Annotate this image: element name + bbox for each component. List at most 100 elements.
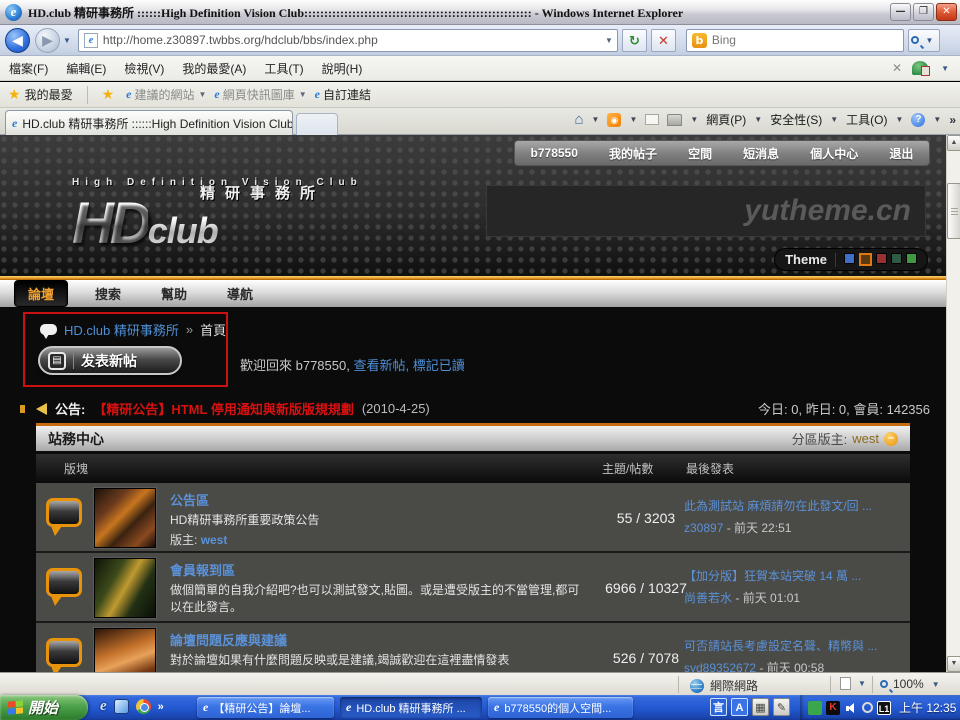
favorites-label[interactable]: 我的最愛 bbox=[25, 86, 73, 103]
forum-thumbnail[interactable] bbox=[94, 558, 156, 618]
forum-title-link[interactable]: 論壇問題反應與建議 bbox=[170, 630, 580, 649]
ime-keyboard-icon[interactable]: ▦ bbox=[752, 698, 769, 716]
search-dropdown-icon[interactable]: ▼ bbox=[925, 36, 933, 45]
menu-view[interactable]: 檢視(V) bbox=[115, 60, 173, 77]
quicklaunch-ie-icon[interactable]: e bbox=[100, 698, 107, 715]
theme-swatch-orange-selected[interactable] bbox=[859, 253, 872, 266]
tray-green-app-icon[interactable] bbox=[808, 701, 822, 715]
zoom-level[interactable]: 100% bbox=[893, 677, 924, 691]
task-button-announcement[interactable]: e 【精研公告】論壇... bbox=[197, 697, 334, 718]
ime-pen-icon[interactable]: ✎ bbox=[773, 698, 790, 716]
scrollbar-thumb[interactable] bbox=[947, 183, 960, 239]
last-post-title-link[interactable]: 可否請站長考慮設定名聲、精幣與 ... bbox=[684, 637, 902, 654]
breadcrumb-site-link[interactable]: HD.club 精研事務所 bbox=[64, 320, 179, 339]
mail-icon[interactable] bbox=[645, 114, 659, 125]
forum-thumbnail[interactable] bbox=[94, 488, 156, 548]
protected-mode-icon[interactable] bbox=[840, 677, 851, 690]
web-slice-dropdown-icon[interactable]: ▼ bbox=[299, 90, 307, 99]
favorites-star-icon[interactable]: ★ bbox=[8, 86, 21, 103]
add-favorite-icon[interactable]: ★ bbox=[102, 86, 115, 103]
restore-button[interactable]: ❐ bbox=[913, 3, 934, 21]
tray-monitor-icon[interactable]: L1 bbox=[877, 701, 891, 715]
usernav-logout[interactable]: 退出 bbox=[889, 145, 913, 162]
ime-mode-icon[interactable]: A bbox=[731, 698, 748, 716]
command-page[interactable]: 網頁(P) bbox=[706, 111, 746, 128]
quicklaunch-browser-icon[interactable] bbox=[136, 699, 151, 714]
tray-antivirus-icon[interactable]: K bbox=[826, 701, 840, 715]
start-button[interactable]: 開始 bbox=[0, 695, 88, 720]
menu-file[interactable]: 檔案(F) bbox=[0, 60, 57, 77]
home-dropdown-icon[interactable]: ▼ bbox=[592, 115, 600, 124]
theme-swatch-red[interactable] bbox=[876, 253, 887, 264]
tray-volume-icon[interactable] bbox=[844, 701, 858, 715]
moderator-link[interactable]: west bbox=[201, 533, 228, 547]
ime-language-icon[interactable]: 言 bbox=[710, 698, 727, 716]
menu-tools[interactable]: 工具(T) bbox=[255, 60, 312, 77]
address-bar[interactable]: e ▼ bbox=[78, 29, 618, 52]
theme-swatch-teal[interactable] bbox=[891, 253, 902, 264]
command-safety[interactable]: 安全性(S) bbox=[770, 111, 822, 128]
tools-dropdown-icon[interactable]: ▼ bbox=[895, 115, 903, 124]
snapshot-tool-icon[interactable] bbox=[912, 61, 928, 75]
new-post-button[interactable]: ▤ 发表新帖 bbox=[38, 346, 182, 375]
menu-edit[interactable]: 編輯(E) bbox=[57, 60, 115, 77]
active-tab[interactable]: e HD.club 精研事務所 ::::::High Definition Vi… bbox=[5, 110, 293, 135]
search-box[interactable]: b bbox=[686, 29, 904, 52]
help-dropdown-icon[interactable]: ▼ bbox=[933, 115, 941, 124]
category-moderator-link[interactable]: west bbox=[852, 431, 879, 446]
stop-button[interactable]: ✕ bbox=[651, 29, 676, 52]
scroll-up-icon[interactable]: ▲ bbox=[947, 135, 960, 151]
close-button[interactable]: ✕ bbox=[936, 3, 957, 21]
theme-swatch-blue[interactable] bbox=[844, 253, 855, 264]
tray-status-icon[interactable] bbox=[862, 702, 873, 713]
web-slice-link[interactable]: 網頁快訊圖庫 bbox=[223, 86, 295, 103]
usernav-space[interactable]: 空間 bbox=[688, 145, 712, 162]
usernav-user-center[interactable]: 個人中心 bbox=[810, 145, 858, 162]
menu-help[interactable]: 說明(H) bbox=[313, 60, 372, 77]
nav-tab-guide[interactable]: 導航 bbox=[214, 281, 266, 306]
quicklaunch-overflow-icon[interactable]: » bbox=[158, 701, 164, 713]
quicklaunch-app-icon[interactable] bbox=[114, 699, 129, 714]
print-icon[interactable] bbox=[667, 114, 682, 126]
menu-favorites[interactable]: 我的最愛(A) bbox=[173, 60, 255, 77]
usernav-username[interactable]: b778550 bbox=[531, 146, 578, 160]
close-toolbar-icon[interactable]: ✕ bbox=[892, 61, 902, 75]
safety-dropdown-icon[interactable]: ▼ bbox=[830, 115, 838, 124]
category-title[interactable]: 站務中心 bbox=[48, 429, 104, 449]
nav-tab-help[interactable]: 幫助 bbox=[148, 281, 200, 306]
custom-links-link[interactable]: 自訂連結 bbox=[323, 86, 371, 103]
task-button-userspace[interactable]: e b778550的個人空間... bbox=[488, 697, 633, 718]
suggested-sites-dropdown-icon[interactable]: ▼ bbox=[198, 90, 206, 99]
nav-tab-search[interactable]: 搜索 bbox=[82, 281, 134, 306]
usernav-messages[interactable]: 短消息 bbox=[743, 145, 779, 162]
search-input[interactable] bbox=[712, 33, 903, 47]
home-icon[interactable]: ⌂ bbox=[574, 111, 583, 128]
last-post-title-link[interactable]: 此為測試站 麻煩請勿在此發文/回 ... bbox=[684, 497, 902, 514]
site-logo[interactable]: High Definition Vision Club HDclub 精研事務所 bbox=[72, 177, 363, 257]
mark-read-link[interactable]: 標記已讀 bbox=[413, 358, 465, 373]
forum-title-link[interactable]: 公告區 bbox=[170, 490, 580, 509]
snapshot-dropdown-icon[interactable]: ▼ bbox=[941, 64, 949, 73]
rss-icon[interactable]: ◉ bbox=[607, 113, 621, 127]
last-post-user-link[interactable]: z30897 bbox=[684, 521, 723, 535]
view-new-posts-link[interactable]: 查看新帖, bbox=[353, 358, 409, 373]
zoom-dropdown-icon[interactable]: ▼ bbox=[932, 680, 940, 689]
scroll-down-icon[interactable]: ▼ bbox=[947, 656, 960, 672]
address-dropdown-icon[interactable]: ▼ bbox=[601, 36, 617, 45]
taskbar-clock[interactable]: 上午 12:35 bbox=[899, 699, 956, 716]
minimize-button[interactable]: — bbox=[890, 3, 911, 21]
forward-button[interactable]: ▶ bbox=[35, 28, 60, 53]
search-button[interactable]: ▼ bbox=[908, 29, 940, 52]
usernav-my-posts[interactable]: 我的帖子 bbox=[609, 145, 657, 162]
task-button-hdclub-active[interactable]: e HD.club 精研事務所 ... bbox=[340, 697, 482, 718]
protected-mode-dropdown-icon[interactable]: ▼ bbox=[858, 679, 866, 688]
vertical-scrollbar[interactable]: ▲ ▼ bbox=[946, 135, 960, 672]
ad-banner[interactable]: yutheme.cn bbox=[486, 185, 926, 237]
theme-swatch-green[interactable] bbox=[906, 253, 917, 264]
print-dropdown-icon[interactable]: ▼ bbox=[690, 115, 698, 124]
history-dropdown-icon[interactable]: ▼ bbox=[63, 36, 71, 45]
commandbar-overflow-icon[interactable]: » bbox=[949, 113, 956, 127]
back-button[interactable]: ◀ bbox=[5, 28, 30, 53]
announcement-link[interactable]: 【精研公告】HTML 停用通知與新版版規規劃 bbox=[93, 399, 353, 418]
last-post-title-link[interactable]: 【加分版】狂賀本站突破 14 萬 ... bbox=[684, 567, 902, 584]
